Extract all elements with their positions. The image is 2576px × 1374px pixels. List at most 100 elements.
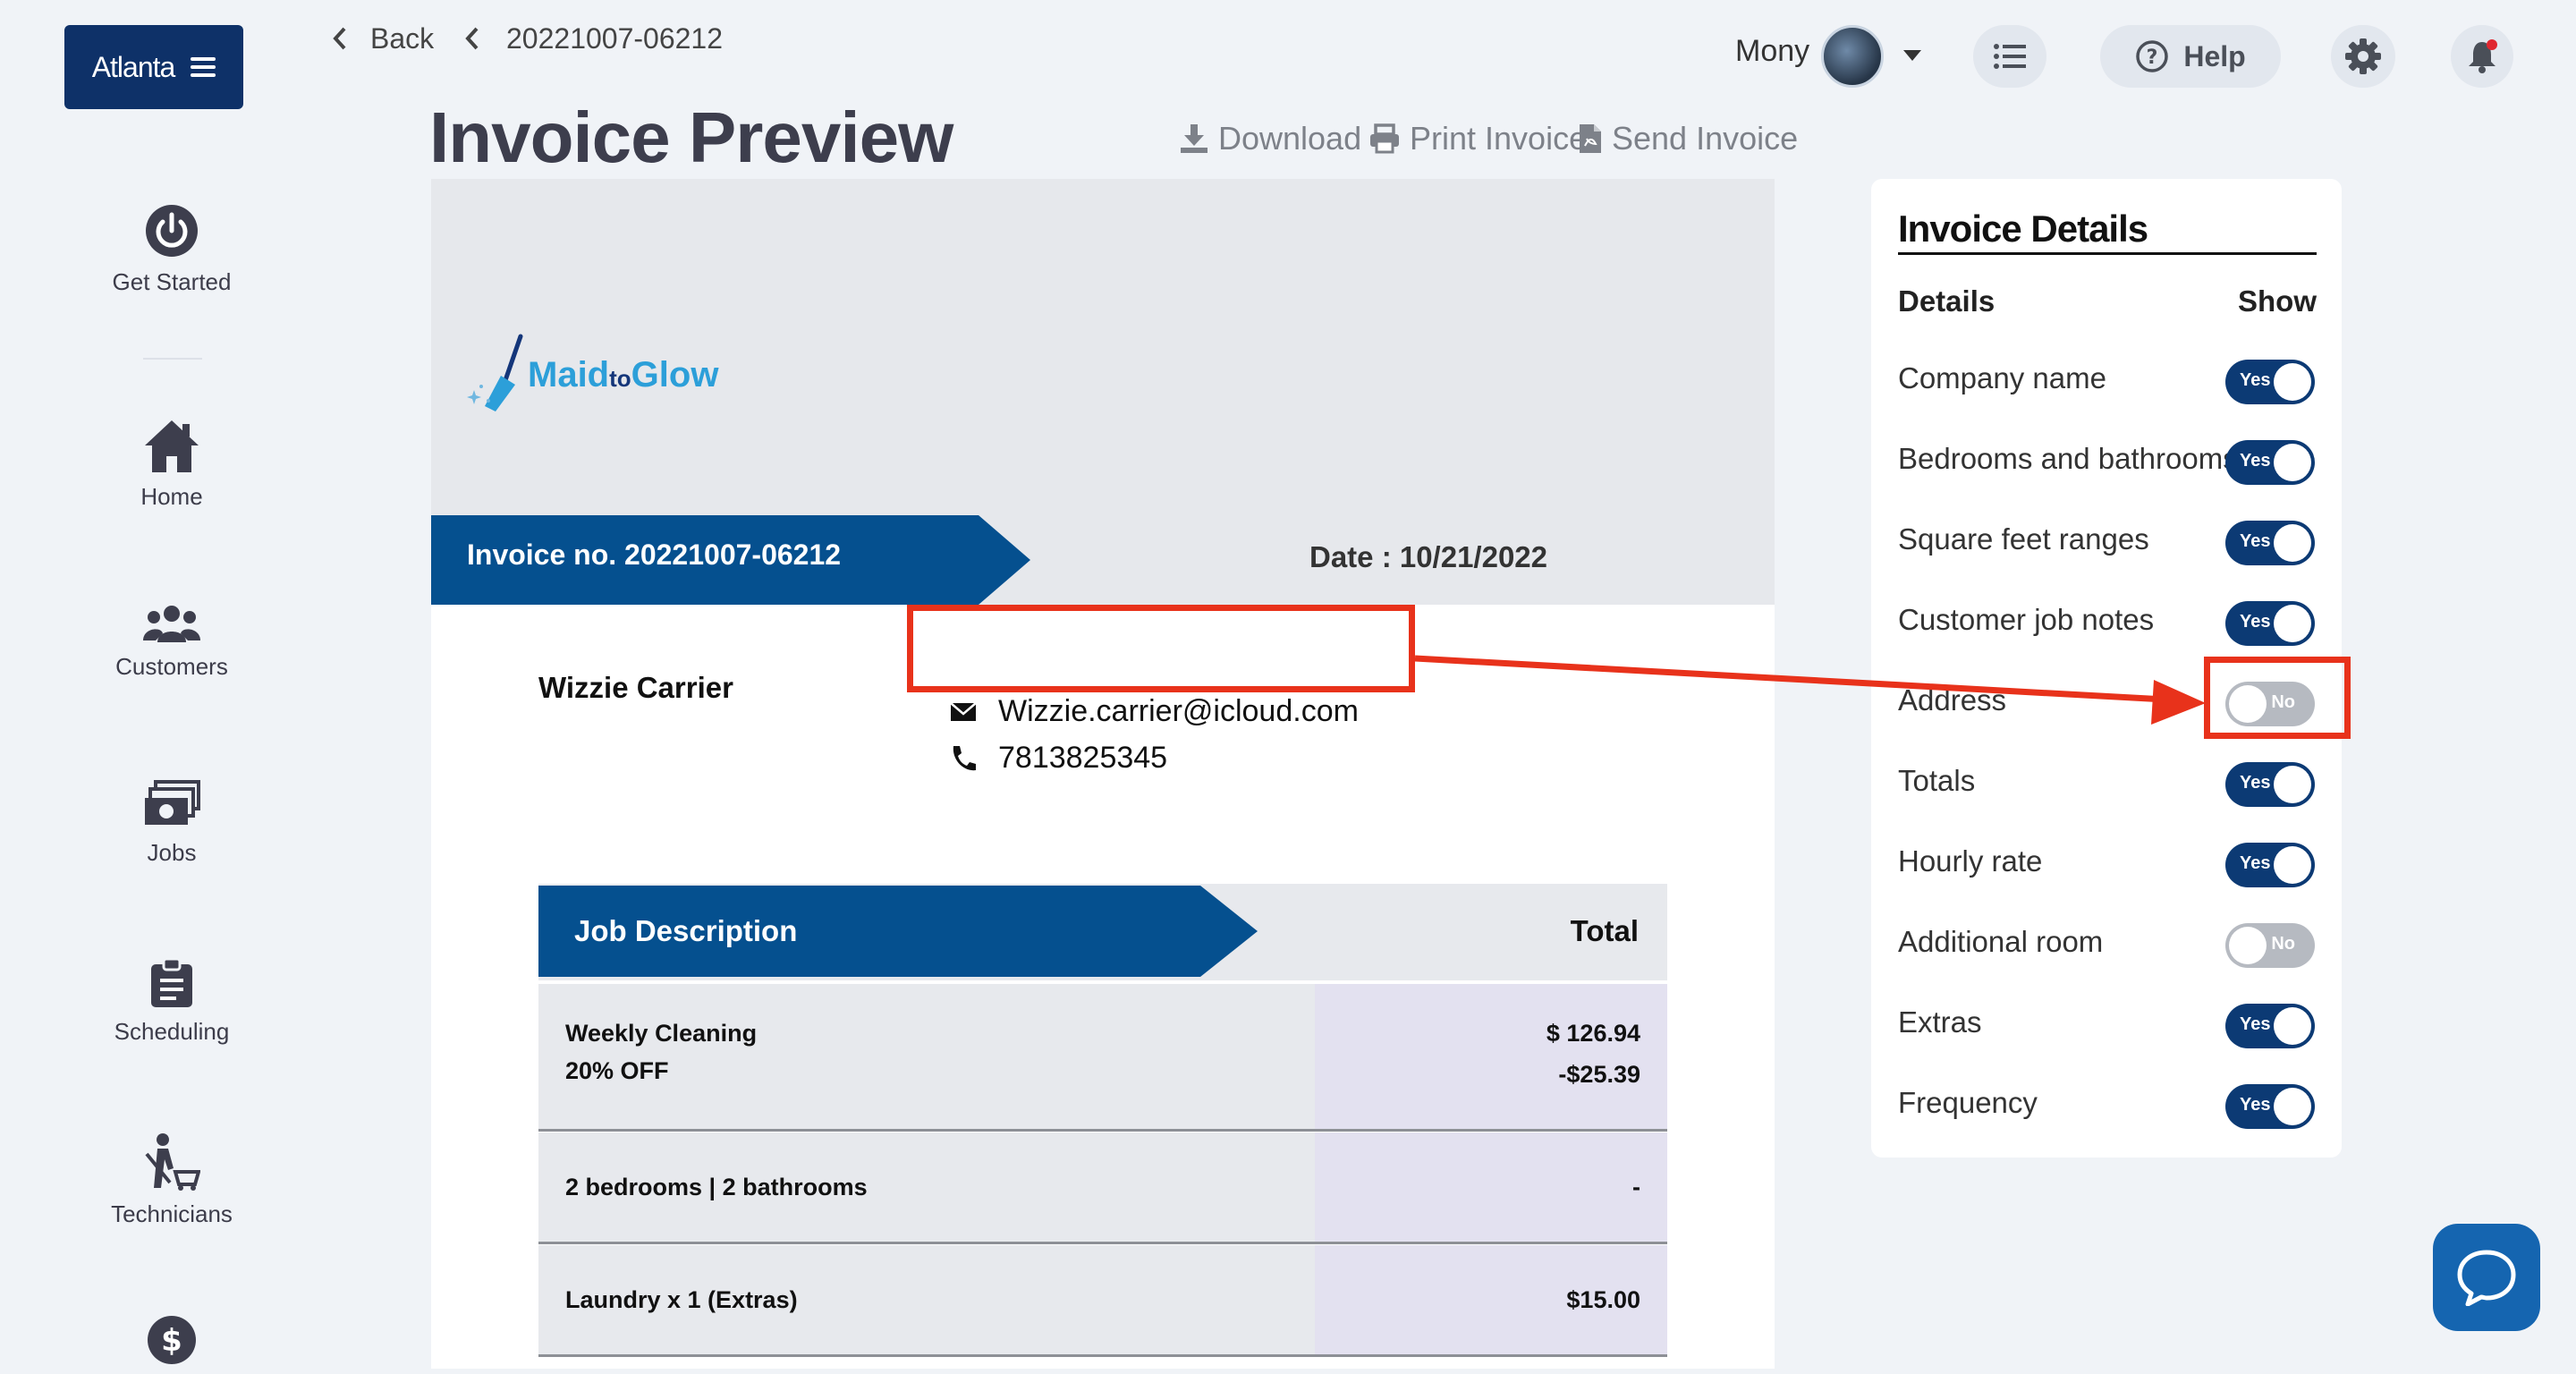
row-amount: $15.00 (1566, 1286, 1640, 1313)
notifications-button[interactable] (2451, 25, 2513, 88)
breadcrumb[interactable]: 20221007-06212 (463, 18, 723, 59)
toggle-state-label: Yes (2240, 612, 2271, 632)
option-label-hourly-rate: Hourly rate (1898, 844, 2043, 878)
page-title: Invoice Preview (429, 98, 953, 177)
customer-phone: 7813825345 (950, 741, 1167, 776)
option-label-totals: Totals (1898, 764, 1976, 797)
invoice-date: Date : 10/21/2022 (1309, 540, 1548, 573)
sidebar-item-home[interactable]: Home (64, 419, 279, 511)
help-button[interactable]: ? Help (2100, 25, 2281, 88)
sidebar-item-label: Customers (115, 653, 228, 680)
toggle-customer-job-notes[interactable]: Yes (2225, 601, 2315, 646)
brand-label: Atlanta (91, 50, 176, 83)
caret-down-icon[interactable] (1902, 48, 1923, 63)
column-header-details: Details (1898, 284, 1996, 318)
home-icon (145, 420, 199, 472)
avatar[interactable] (1821, 25, 1884, 88)
printer-icon (1370, 123, 1399, 154)
toggle-knob (2274, 605, 2311, 642)
svg-text:?: ? (2147, 47, 2158, 69)
toggle-state-label: Yes (2240, 773, 2271, 793)
user-name[interactable]: Mony (1735, 34, 1809, 69)
toggle-additional-room[interactable]: No (2225, 923, 2315, 968)
gear-icon (2345, 38, 2381, 74)
sidebar-item-customers[interactable]: Customers (64, 605, 279, 681)
breadcrumb-current: 20221007-06212 (506, 21, 724, 55)
sidebar-item-get-started[interactable]: Get Started (64, 202, 279, 296)
download-label: Download (1218, 120, 1362, 157)
table-row: 2 bedrooms | 2 bathrooms - (538, 1132, 1667, 1244)
print-invoice-label: Print Invoice (1410, 120, 1588, 157)
toggle-totals[interactable]: Yes (2225, 762, 2315, 807)
option-label-bedrooms-and-bathrooms: Bedrooms and bathrooms (1898, 442, 2238, 475)
column-header-description: Job Description (574, 914, 798, 947)
toggle-square-feet-ranges[interactable]: Yes (2225, 521, 2315, 565)
download-button[interactable]: Download (1179, 120, 1361, 157)
row-amount: $ 126.94 (1546, 1020, 1640, 1047)
row-discount: 20% OFF (565, 1057, 669, 1084)
list-icon (1994, 44, 2026, 69)
send-invoice-button[interactable]: Send Invoice (1578, 120, 1798, 157)
question-circle-icon: ? (2136, 40, 2169, 72)
sidebar-item-label: Home (140, 483, 203, 510)
toggle-hourly-rate[interactable]: Yes (2225, 843, 2315, 887)
toggle-knob (2274, 524, 2311, 562)
money-stack-icon (145, 780, 200, 825)
logo-text: MaidtoGlow (528, 354, 719, 394)
chevron-left-icon (465, 27, 479, 50)
toggle-bedrooms-and-bathrooms[interactable]: Yes (2225, 440, 2315, 485)
invoice-number: Invoice no. 20221007-06212 (467, 539, 842, 571)
row-description: 2 bedrooms | 2 bathrooms (565, 1174, 868, 1200)
pdf-file-icon (1580, 124, 1601, 153)
settings-button[interactable] (2331, 25, 2395, 88)
sidebar-item-payments[interactable]: $ (64, 1315, 279, 1374)
sidebar-item-technicians[interactable]: Technicians (64, 1132, 279, 1228)
toggle-state-label: Yes (2240, 451, 2271, 471)
clipboard-icon (151, 959, 192, 1007)
row-discount-amount: -$25.39 (1558, 1061, 1640, 1088)
users-icon (143, 606, 200, 642)
row-description: Weekly Cleaning (565, 1020, 758, 1047)
table-header: Job Description Total (538, 884, 1667, 980)
toggle-state-label: Yes (2240, 1095, 2271, 1115)
annotation-highlight-address-area (907, 605, 1415, 692)
cleaner-icon (145, 1133, 200, 1191)
location-menu-button[interactable]: Atlanta (64, 25, 243, 109)
broom-icon (467, 334, 523, 411)
toggle-knob (2274, 846, 2311, 884)
annotation-arrow (1414, 655, 2206, 725)
sidebar-item-label: Get Started (112, 268, 232, 295)
sidebar-item-scheduling[interactable]: Scheduling (64, 959, 279, 1046)
toggle-knob (2274, 1007, 2311, 1045)
chat-button[interactable] (2433, 1224, 2540, 1331)
row-amount: - (1632, 1174, 1640, 1200)
back-link[interactable]: Back (331, 18, 434, 59)
sidebar-item-label: Technicians (111, 1200, 233, 1227)
print-invoice-button[interactable]: Print Invoice (1368, 120, 1587, 157)
table-row: Laundry x 1 (Extras) $15.00 (538, 1245, 1667, 1357)
back-label: Back (370, 21, 435, 55)
table-row: Weekly Cleaning 20% OFF $ 126.94 -$25.39 (538, 984, 1667, 1132)
chevron-left-icon (333, 27, 346, 50)
option-label-company-name: Company name (1898, 361, 2106, 394)
chat-bubble-icon (2457, 1250, 2516, 1306)
panel-title: Invoice Details (1898, 208, 2148, 250)
toggle-state-label: Yes (2240, 531, 2271, 551)
sidebar-item-label: Jobs (147, 839, 197, 866)
toggle-company-name[interactable]: Yes (2225, 360, 2315, 404)
hamburger-icon (191, 57, 216, 77)
column-header-show: Show (2238, 284, 2317, 318)
toggle-extras[interactable]: Yes (2225, 1004, 2315, 1048)
customer-email: Wizzie.carrier@icloud.com (950, 694, 1359, 729)
envelope-icon (950, 701, 977, 721)
toggle-frequency[interactable]: Yes (2225, 1084, 2315, 1129)
option-label-extras: Extras (1898, 1005, 1982, 1039)
toggle-state-label: Yes (2240, 370, 2271, 390)
list-view-button[interactable] (1973, 25, 2046, 88)
sidebar-item-jobs[interactable]: Jobs (64, 780, 279, 867)
row-description: Laundry x 1 (Extras) (565, 1286, 798, 1313)
power-icon (146, 205, 198, 257)
download-icon (1181, 124, 1208, 153)
toggle-state-label: No (2271, 934, 2295, 954)
option-label-customer-job-notes: Customer job notes (1898, 603, 2155, 636)
